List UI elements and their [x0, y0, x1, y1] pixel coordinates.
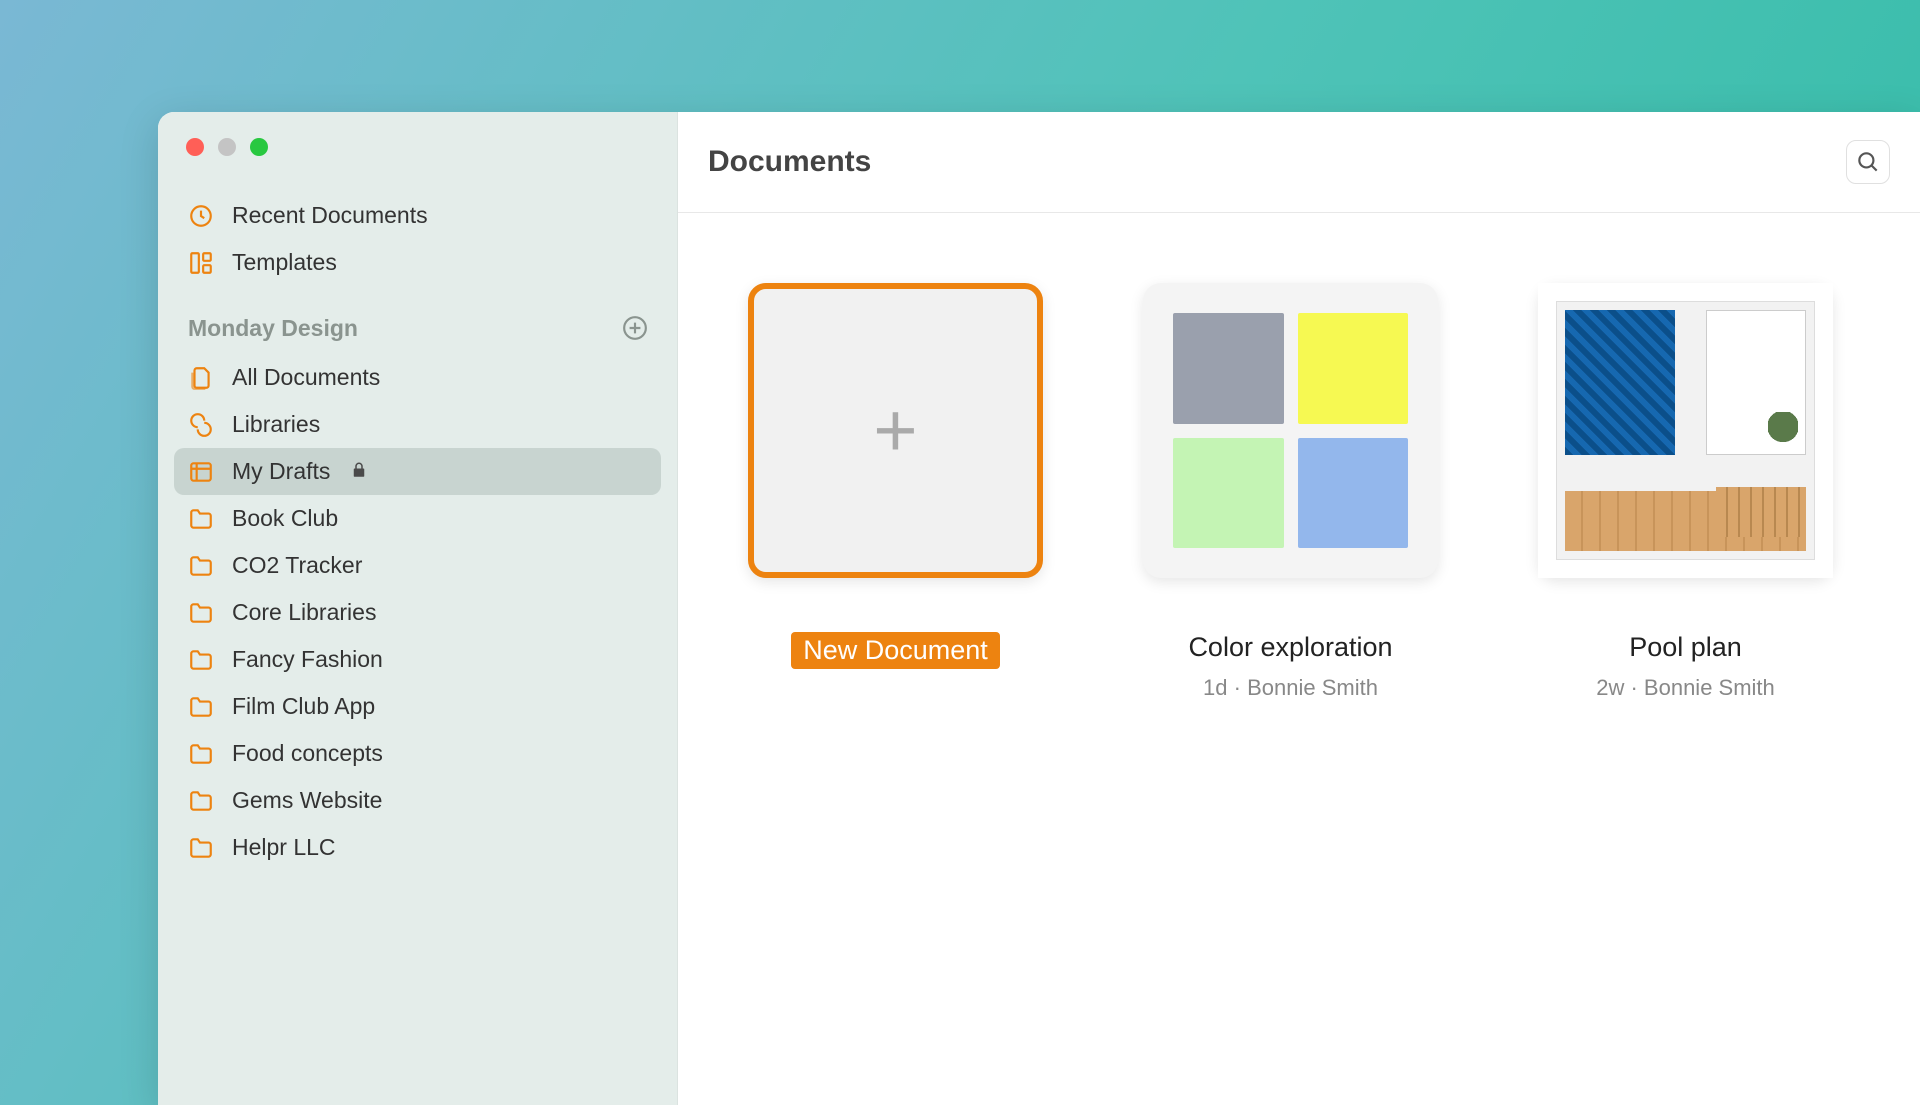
folder-icon — [188, 553, 214, 579]
color-swatch — [1173, 438, 1284, 549]
sidebar-item-libraries[interactable]: Libraries — [174, 401, 661, 448]
sidebar-project-nav: All Documents Libraries My Drafts — [158, 354, 677, 871]
color-swatch — [1173, 313, 1284, 424]
sidebar-item-label: Core Libraries — [232, 599, 376, 626]
document-card-pool-plan[interactable]: Pool plan 2w · Bonnie Smith — [1538, 283, 1833, 701]
zoom-window-button[interactable] — [250, 138, 268, 156]
section-title: Monday Design — [188, 315, 358, 342]
sidebar-item-gems-website[interactable]: Gems Website — [174, 777, 661, 824]
folder-icon — [188, 788, 214, 814]
new-document-thumb: + — [748, 283, 1043, 578]
page-title: Documents — [708, 145, 871, 179]
folder-icon — [188, 694, 214, 720]
document-thumb — [1538, 283, 1833, 578]
document-meta: 1d · Bonnie Smith — [1203, 675, 1378, 701]
document-title: Pool plan — [1629, 632, 1742, 663]
lock-icon — [350, 458, 368, 485]
templates-icon — [188, 250, 214, 276]
clock-icon — [188, 203, 214, 229]
thumb-preview-pool — [1538, 283, 1833, 578]
sidebar-item-co2-tracker[interactable]: CO2 Tracker — [174, 542, 661, 589]
document-title: Color exploration — [1188, 632, 1392, 663]
main-content: Documents + New Document — [678, 112, 1920, 1105]
document-meta: 2w · Bonnie Smith — [1596, 675, 1775, 701]
new-document-label: New Document — [791, 632, 1000, 669]
document-author: Bonnie Smith — [1644, 675, 1775, 700]
sidebar-item-label: Helpr LLC — [232, 834, 336, 861]
search-button[interactable] — [1846, 140, 1890, 184]
sidebar-item-core-libraries[interactable]: Core Libraries — [174, 589, 661, 636]
folder-icon — [188, 835, 214, 861]
sidebar-item-label: My Drafts — [232, 458, 330, 485]
add-project-button[interactable] — [621, 314, 649, 342]
sidebar-item-label: Libraries — [232, 411, 320, 438]
sidebar-item-templates[interactable]: Templates — [174, 239, 661, 286]
meta-separator: · — [1630, 675, 1643, 700]
sidebar-item-my-drafts[interactable]: My Drafts — [174, 448, 661, 495]
document-age: 2w — [1596, 675, 1624, 700]
sidebar-item-food-concepts[interactable]: Food concepts — [174, 730, 661, 777]
minimize-window-button[interactable] — [218, 138, 236, 156]
color-swatch — [1298, 313, 1409, 424]
sidebar-item-helpr-llc[interactable]: Helpr LLC — [174, 824, 661, 871]
meta-separator: · — [1234, 675, 1247, 700]
sidebar-item-all-documents[interactable]: All Documents — [174, 354, 661, 401]
thumb-preview-colors — [1143, 283, 1438, 578]
sidebar-item-label: Book Club — [232, 505, 338, 532]
sidebar-item-label: Recent Documents — [232, 202, 428, 229]
sidebar-item-label: All Documents — [232, 364, 380, 391]
sidebar: Recent Documents Templates Monday Design… — [158, 112, 678, 1105]
new-document-card[interactable]: + New Document — [748, 283, 1043, 701]
sidebar-item-label: Food concepts — [232, 740, 383, 767]
sidebar-item-label: Gems Website — [232, 787, 382, 814]
sidebar-item-fancy-fashion[interactable]: Fancy Fashion — [174, 636, 661, 683]
color-swatch — [1298, 438, 1409, 549]
libraries-icon — [188, 412, 214, 438]
sidebar-item-label: Film Club App — [232, 693, 375, 720]
toolbar: Documents — [678, 112, 1920, 213]
document-thumb — [1143, 283, 1438, 578]
sidebar-section-header: Monday Design — [158, 286, 677, 354]
sidebar-item-film-club-app[interactable]: Film Club App — [174, 683, 661, 730]
folder-icon — [188, 741, 214, 767]
folder-icon — [188, 600, 214, 626]
close-window-button[interactable] — [186, 138, 204, 156]
documents-icon — [188, 365, 214, 391]
folder-icon — [188, 647, 214, 673]
plus-icon: + — [873, 387, 917, 474]
sidebar-item-label: Fancy Fashion — [232, 646, 383, 673]
app-window: Recent Documents Templates Monday Design… — [158, 112, 1920, 1105]
sidebar-item-recent[interactable]: Recent Documents — [174, 192, 661, 239]
sidebar-item-label: Templates — [232, 249, 337, 276]
sidebar-top-nav: Recent Documents Templates — [158, 192, 677, 286]
folder-icon — [188, 506, 214, 532]
drafts-icon — [188, 459, 214, 485]
document-age: 1d — [1203, 675, 1227, 700]
document-card-color-exploration[interactable]: Color exploration 1d · Bonnie Smith — [1143, 283, 1438, 701]
sidebar-item-label: CO2 Tracker — [232, 552, 362, 579]
window-controls — [158, 138, 677, 192]
search-icon — [1855, 149, 1881, 175]
sidebar-item-book-club[interactable]: Book Club — [174, 495, 661, 542]
documents-grid: + New Document Color exploration 1d · — [678, 213, 1920, 771]
document-author: Bonnie Smith — [1247, 675, 1378, 700]
